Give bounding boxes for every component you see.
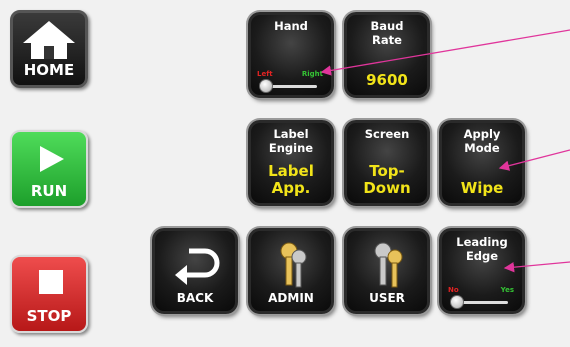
leading-edge-toggle[interactable]: Leading Edge No Yes bbox=[439, 228, 525, 314]
stop-button[interactable]: STOP bbox=[10, 255, 88, 333]
keys-icon bbox=[374, 242, 403, 288]
back-button[interactable]: BACK bbox=[152, 228, 238, 314]
apply-mode-button[interactable]: Apply Mode Wipe bbox=[439, 120, 525, 206]
apply-mode-value: Wipe bbox=[460, 179, 504, 197]
stop-square-icon bbox=[39, 270, 63, 294]
baud-rate-title: Baud Rate bbox=[370, 19, 404, 47]
leading-edge-title: Leading Edge bbox=[456, 235, 508, 263]
home-label: HOME bbox=[23, 61, 75, 79]
leading-edge-slider-knob[interactable] bbox=[450, 295, 464, 309]
baud-rate-button[interactable]: Baud Rate 9600 bbox=[344, 12, 430, 98]
admin-button[interactable]: ADMIN bbox=[248, 228, 334, 314]
user-label: USER bbox=[369, 291, 405, 305]
run-label: RUN bbox=[30, 182, 68, 200]
stop-label: STOP bbox=[26, 307, 72, 325]
apply-mode-title: Apply Mode bbox=[463, 127, 501, 155]
house-icon bbox=[23, 21, 75, 59]
label-engine-value: Label App. bbox=[268, 162, 314, 197]
admin-label: ADMIN bbox=[268, 291, 314, 305]
hand-left-label: Left bbox=[257, 70, 273, 78]
label-engine-title: Label Engine bbox=[268, 127, 314, 155]
run-button[interactable]: RUN bbox=[10, 130, 88, 208]
hand-slider-knob[interactable] bbox=[259, 79, 273, 93]
user-button[interactable]: USER bbox=[344, 228, 430, 314]
home-button[interactable]: HOME bbox=[10, 10, 88, 88]
hand-title: Hand bbox=[274, 19, 308, 33]
baud-rate-value: 9600 bbox=[366, 71, 408, 89]
keys-icon bbox=[280, 242, 307, 288]
play-icon bbox=[40, 146, 64, 172]
return-arrow-icon bbox=[175, 248, 220, 285]
label-engine-button[interactable]: Label Engine Label App. bbox=[248, 120, 334, 206]
screen-value: Top-Down bbox=[363, 162, 411, 197]
back-label: BACK bbox=[176, 291, 214, 305]
leading-edge-no-label: No bbox=[448, 286, 459, 294]
leading-edge-yes-label: Yes bbox=[500, 286, 514, 294]
hand-right-label: Right bbox=[301, 70, 323, 78]
screen-button[interactable]: Screen Top-Down bbox=[344, 120, 430, 206]
hand-toggle[interactable]: Hand Left Right bbox=[248, 12, 334, 98]
screen-title: Screen bbox=[364, 127, 410, 141]
